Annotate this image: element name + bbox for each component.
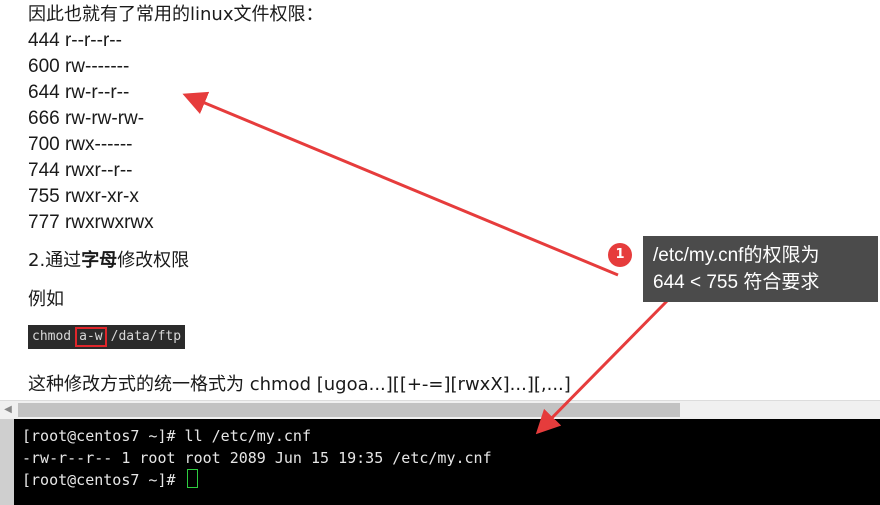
format-description: 这种修改方式的统一格式为 chmod [ugoa...][[+-=][rwxX]… (28, 374, 571, 395)
section-heading: 2.通过字母修改权限 (28, 250, 189, 272)
terminal-prompt-text: [root@centos7 ~]# (22, 471, 185, 489)
permission-item: 755 rwxr-xr-x (28, 186, 139, 207)
permission-list: 444 r--r--r-- 600 rw------- 644 rw-r--r-… (28, 30, 154, 238)
scrollbar-thumb[interactable] (18, 403, 680, 417)
code-command: chmod (32, 329, 72, 344)
permission-item: 700 rwx------ (28, 134, 133, 155)
permission-item: 444 r--r--r-- (28, 30, 122, 51)
intro-text: 因此也就有了常用的linux文件权限： (28, 4, 324, 25)
terminal-window[interactable]: [root@centos7 ~]# ll /etc/my.cnf -rw-r--… (0, 419, 880, 505)
code-highlight: a-w (75, 327, 107, 347)
horizontal-scrollbar[interactable]: ◀ (0, 400, 880, 419)
document-content: 因此也就有了常用的linux文件权限： 444 r--r--r-- 600 rw… (0, 0, 880, 400)
annotation-callout: /etc/my.cnf的权限为 644 < 755 符合要求 (643, 236, 878, 302)
code-path: /data/ftp (110, 329, 182, 344)
terminal-line: -rw-r--r-- 1 root root 2089 Jun 15 19:35… (22, 449, 492, 467)
scroll-left-icon[interactable]: ◀ (2, 403, 14, 417)
permission-item: 600 rw------- (28, 56, 130, 77)
section-heading-suffix: 修改权限 (117, 250, 190, 271)
annotation-badge: 1 (608, 243, 632, 267)
cursor-icon (186, 469, 198, 488)
permission-item: 744 rwxr--r-- (28, 160, 133, 181)
permission-item: 777 rwxrwxrwx (28, 212, 154, 233)
annotation-line-2: 644 < 755 符合要求 (653, 272, 820, 293)
terminal-prompt[interactable]: [root@centos7 ~]# (22, 469, 198, 491)
permission-item: 644 rw-r--r-- (28, 82, 130, 103)
terminal-line: [root@centos7 ~]# ll /etc/my.cnf (22, 427, 311, 445)
code-snippet: chmod a-w /data/ftp (28, 325, 186, 349)
annotation-line-1: /etc/my.cnf的权限为 (653, 245, 820, 266)
section-heading-prefix: 2.通过 (28, 250, 82, 271)
example-label: 例如 (28, 289, 64, 310)
section-heading-bold: 字母 (81, 250, 118, 271)
permission-item: 666 rw-rw-rw- (28, 108, 145, 129)
